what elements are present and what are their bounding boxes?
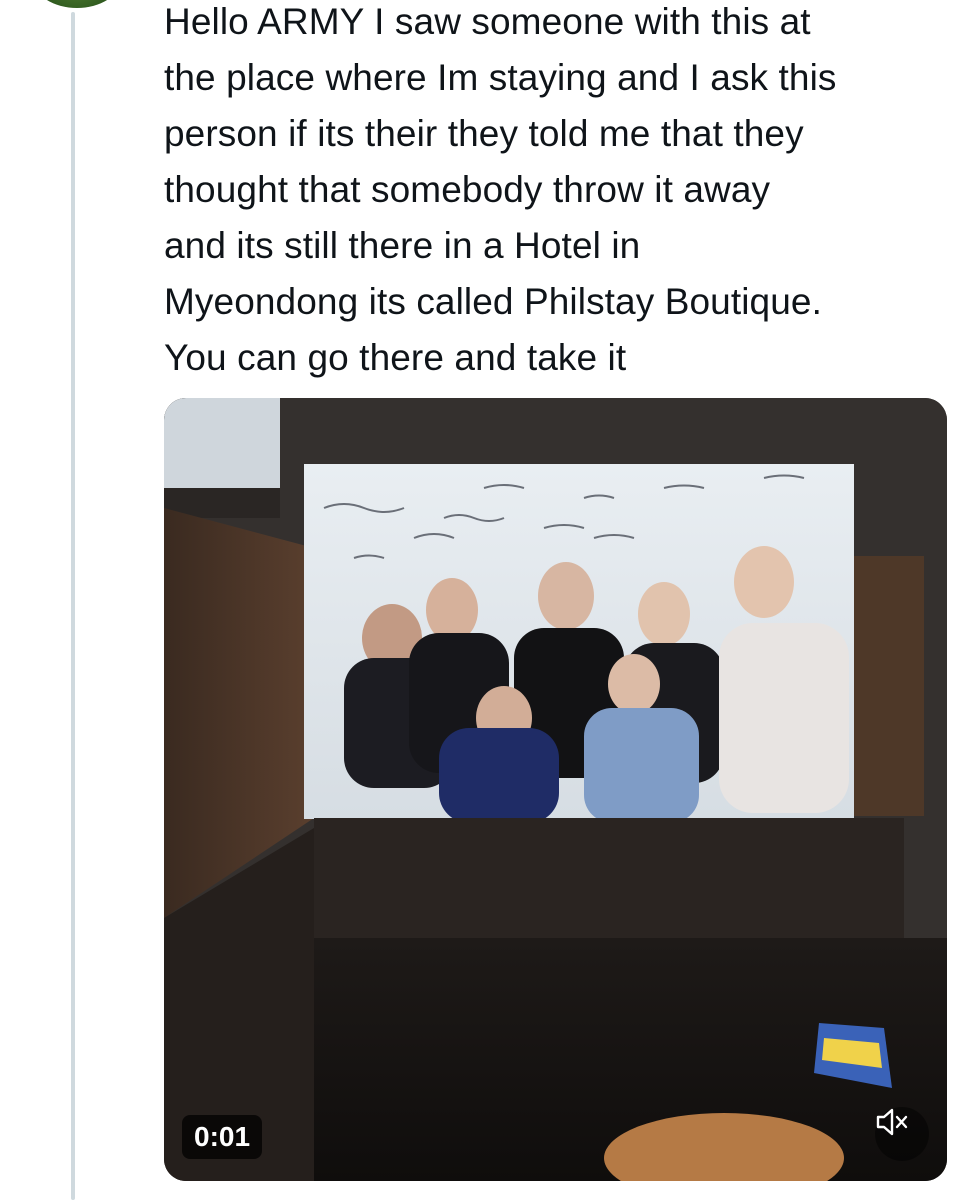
- avatar[interactable]: [34, 0, 120, 8]
- tweet-text-line: and its still there in a Hotel in: [164, 225, 641, 266]
- tweet-text: Hello ARMY I saw someone with this at th…: [164, 0, 954, 386]
- video-player[interactable]: 0:01: [164, 398, 947, 1181]
- tweet-text-line: Hello ARMY I saw someone with this at: [164, 1, 811, 42]
- video-thumbnail: [164, 398, 947, 1181]
- tweet-text-line: the place where Im staying and I ask thi…: [164, 57, 837, 98]
- tweet-text-line: person if its their they told me that th…: [164, 113, 804, 154]
- tweet-text-line: thought that somebody throw it away: [164, 169, 771, 210]
- tweet-text-line: You can go there and take it: [164, 337, 627, 378]
- mute-button[interactable]: [875, 1107, 929, 1161]
- thread-line: [71, 12, 75, 1200]
- tweet-text-line: Myeondong its called Philstay Boutique.: [164, 281, 822, 322]
- speaker-muted-icon: [876, 1108, 908, 1136]
- video-timestamp: 0:01: [182, 1115, 263, 1159]
